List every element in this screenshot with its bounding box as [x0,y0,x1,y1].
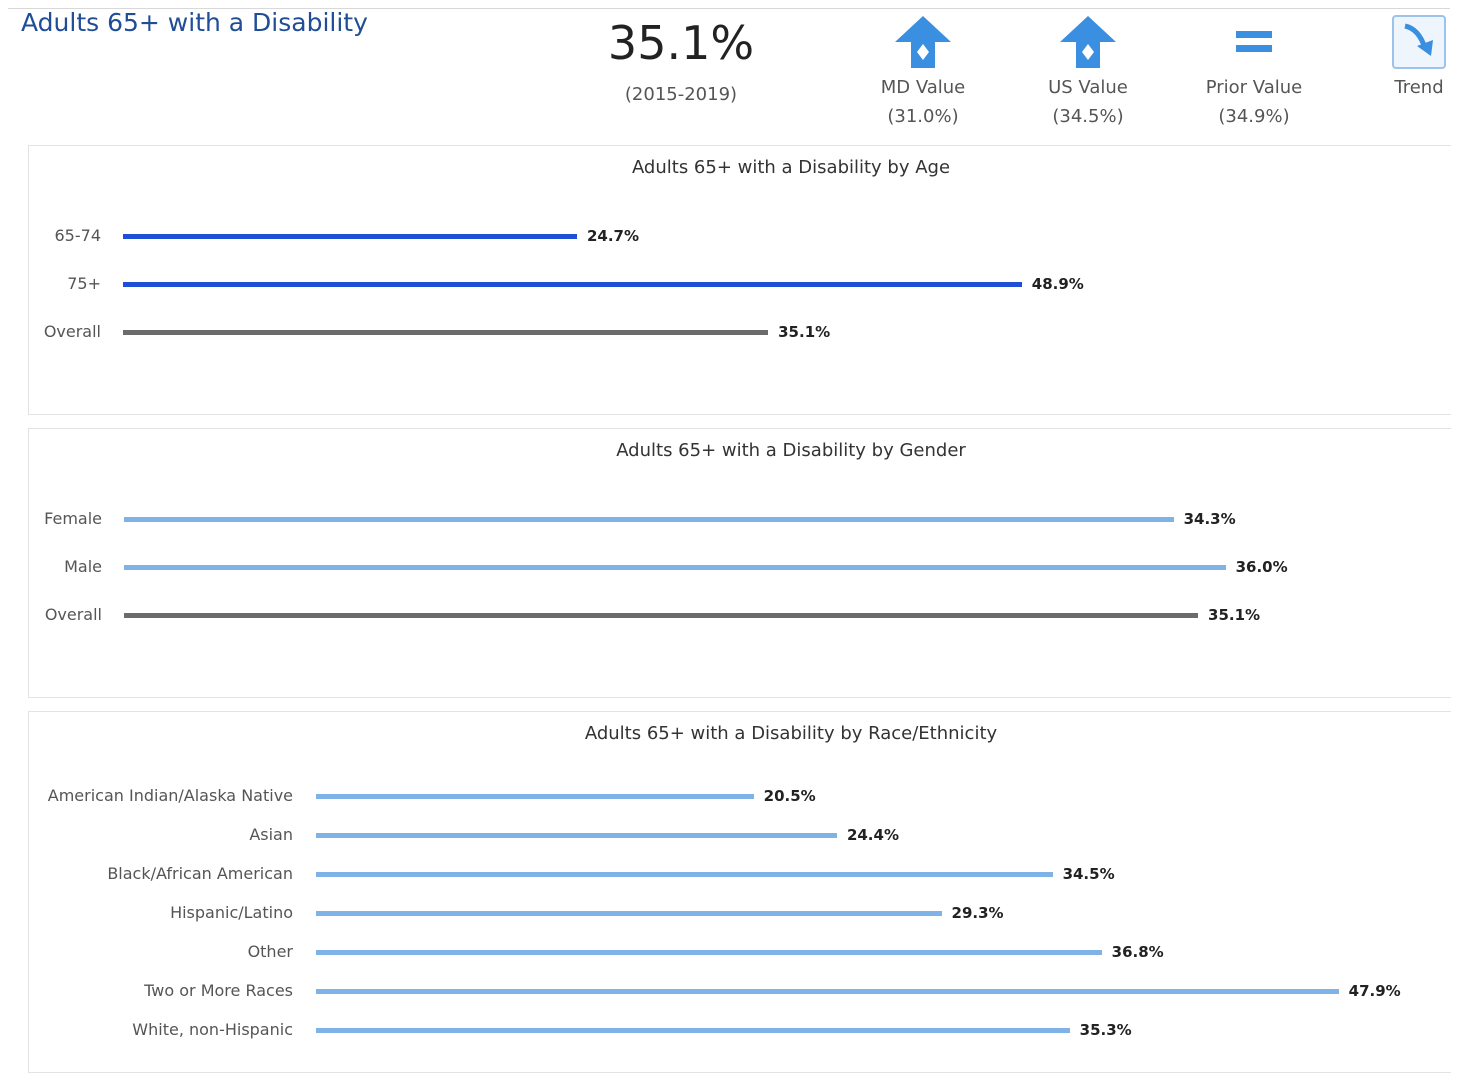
category-label: Black/African American [107,864,293,883]
category-label: Overall [43,322,101,341]
bar-mark[interactable] [123,282,1022,287]
comparison-us-value[interactable]: US Value (34.5%) [1003,12,1173,127]
indicator-period: (2015-2019) [624,84,738,105]
bar-mark[interactable] [124,613,1199,618]
data-label: 35.1% [1208,606,1261,624]
category-label: Hispanic/Latino [170,903,293,922]
data-label: 35.1% [778,323,831,341]
data-label: 20.5% [763,787,816,805]
category-label: Asian [249,825,293,844]
comparison-prior-value[interactable]: Prior Value (34.9%) [1169,12,1339,127]
comparison-trend[interactable]: Trend [1349,12,1459,98]
bar-mark[interactable] [316,794,754,799]
data-label: 36.8% [1111,943,1164,961]
data-label: 48.9% [1031,275,1084,293]
comparison-md-value[interactable]: MD Value (31.0%) [838,12,1008,127]
chart-title: Adults 65+ with a Disability by Race/Eth… [584,723,998,744]
bar-mark[interactable] [124,517,1174,522]
bar-mark[interactable] [123,330,769,335]
category-label: 75+ [67,274,101,293]
category-label: White, non-Hispanic [132,1020,293,1039]
data-label: 24.7% [586,227,640,245]
comparison-label: MD Value [880,77,966,98]
bar-mark[interactable] [316,872,1053,877]
bar-mark[interactable] [316,833,837,838]
category-label: Female [44,509,102,528]
equal-icon [1169,12,1339,72]
data-label: 29.3% [951,904,1004,922]
bar-mark[interactable] [316,950,1102,955]
category-label: American Indian/Alaska Native [47,786,293,805]
category-label: Male [64,557,102,576]
data-label: 24.4% [846,826,899,844]
category-label: Two or More Races [144,981,293,1000]
category-label: Overall [44,605,102,624]
comparison-label: US Value [1048,77,1128,98]
category-label: Other [247,942,293,961]
chart-panel-race [28,711,1451,1073]
data-label: 34.5% [1062,865,1115,883]
indicator-value: 35.1% [607,16,755,70]
trend-down-icon [1349,12,1459,72]
bar-mark[interactable] [123,234,577,239]
up-arrow-icon [838,12,1008,72]
data-label: 34.3% [1183,510,1236,528]
comparison-label: Trend [1394,77,1444,98]
chart-title: Adults 65+ with a Disability by Age [631,157,951,178]
bar-mark[interactable] [124,565,1226,570]
comparison-value: (31.0%) [887,106,959,127]
data-label: 36.0% [1235,558,1288,576]
bar-mark[interactable] [316,989,1339,994]
chart-title: Adults 65+ with a Disability by Gender [616,440,966,461]
up-arrow-icon [1003,12,1173,72]
category-label: 65-74 [54,226,102,245]
comparison-value: (34.9%) [1218,106,1290,127]
chart-panel-age [28,145,1451,415]
data-label: 35.3% [1079,1021,1132,1039]
comparison-label: Prior Value [1205,77,1303,98]
data-label: 47.9% [1348,982,1401,1000]
indicator-title: Adults 65+ with a Disability [21,8,368,37]
bar-mark[interactable] [316,1028,1070,1033]
bar-mark[interactable] [316,911,942,916]
comparison-value: (34.5%) [1052,106,1124,127]
